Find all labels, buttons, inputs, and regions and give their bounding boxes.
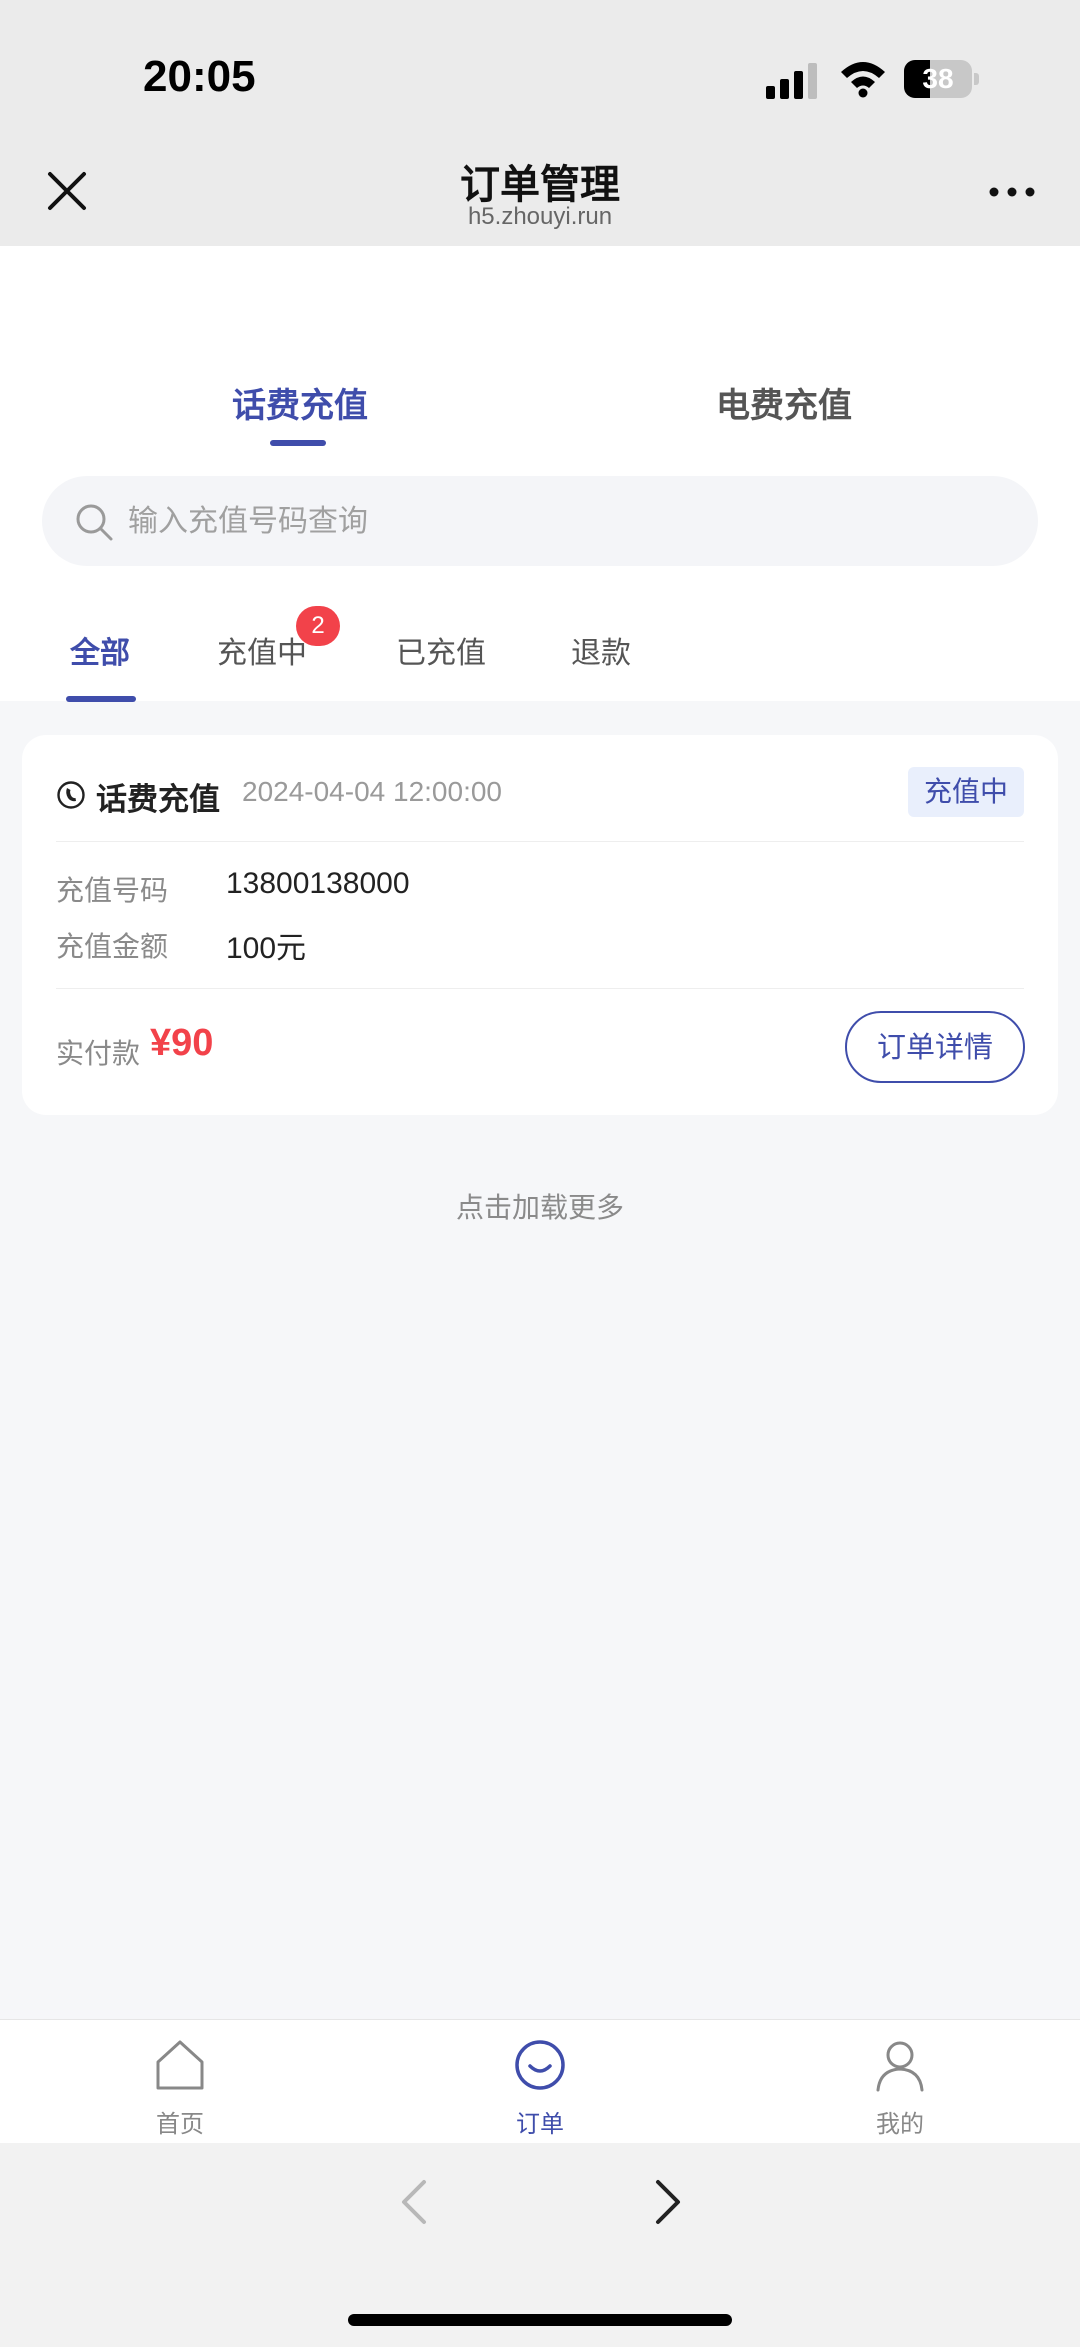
subtab-indicator (66, 696, 136, 702)
profile-icon (876, 2041, 924, 2092)
tabbar-orders[interactable]: 订单 (480, 2038, 600, 2138)
cellular-signal-icon (766, 63, 817, 99)
subtab-recharged[interactable]: 已充值 (396, 628, 486, 672)
forward-arrow-icon[interactable] (648, 2176, 688, 2228)
tabbar-home[interactable]: 首页 (120, 2038, 240, 2138)
page-title: 订单管理 (460, 162, 620, 208)
more-icon[interactable] (988, 186, 1036, 198)
phone-icon (57, 781, 85, 809)
paid-amount: ¥90 (150, 1022, 214, 1064)
battery-indicator: 38 (904, 60, 979, 98)
battery-percent: 38 (922, 63, 954, 94)
status-time: 20:05 (143, 52, 256, 101)
recharging-count-badge: 2 (296, 606, 340, 646)
subtab-refund[interactable]: 退款 (571, 628, 631, 672)
tabbar-home-label: 首页 (156, 2110, 204, 2138)
tabbar-profile[interactable]: 我的 (840, 2038, 960, 2138)
order-type: 话费充值 (96, 782, 220, 818)
subtab-recharging[interactable]: 充值中 (217, 628, 307, 672)
search-input[interactable] (128, 496, 978, 546)
phone-number-label: 充值号码 (56, 874, 169, 907)
divider (56, 988, 1024, 989)
status-badge: 充值中 (908, 767, 1024, 817)
page-domain: h5.zhouyi.run (467, 203, 613, 230)
amount-value: 100元 (226, 932, 307, 965)
subtab-all[interactable]: 全部 (70, 628, 130, 672)
wifi-icon (841, 62, 885, 98)
main-tab-indicator (270, 440, 326, 446)
load-more-link[interactable]: 点击加载更多 (0, 1186, 1080, 1226)
phone-number-value: 13800138000 (226, 867, 410, 900)
filter-panel (0, 246, 1080, 701)
tab-phone-recharge[interactable]: 话费充值 (232, 378, 368, 427)
tabbar-profile-label: 我的 (876, 2110, 924, 2138)
order-time: 2024-04-04 12:00:00 (242, 776, 502, 807)
order-icon (515, 2040, 565, 2090)
paid-label: 实付款 (56, 1037, 141, 1070)
home-icon (156, 2040, 204, 2090)
tab-electricity-recharge[interactable]: 电费充值 (716, 378, 852, 427)
search-icon (76, 504, 113, 541)
divider (56, 841, 1024, 842)
back-arrow-icon[interactable] (394, 2176, 434, 2228)
order-detail-button[interactable]: 订单详情 (845, 1011, 1025, 1083)
home-indicator (348, 2314, 732, 2326)
amount-label: 充值金额 (56, 930, 169, 963)
tabbar-orders-label: 订单 (516, 2110, 564, 2138)
